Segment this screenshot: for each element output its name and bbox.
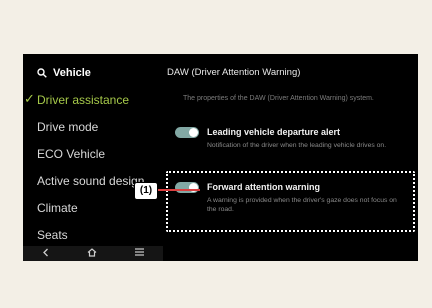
menu-button[interactable]: [135, 248, 145, 259]
toggle-knob: [189, 128, 198, 137]
sidebar-item-seats[interactable]: Seats: [37, 228, 163, 242]
search-icon: [37, 68, 47, 78]
leading-vehicle-departure-toggle[interactable]: [175, 127, 199, 138]
callout-line: [157, 189, 200, 191]
search-label: Vehicle: [53, 67, 91, 79]
page-title: DAW (Driver Attention Warning): [167, 67, 301, 78]
back-button[interactable]: [42, 248, 50, 260]
sidebar-item-driver-assistance[interactable]: Driver assistance: [37, 93, 163, 107]
sidebar-item-climate[interactable]: Climate: [37, 201, 163, 215]
sidebar: Vehicle ✓ Driver assistance Drive mode E…: [23, 54, 163, 261]
option-title: Leading vehicle departure alert: [207, 127, 341, 137]
page-description: The properties of the DAW (Driver Attent…: [183, 95, 374, 102]
chevron-left-icon: [42, 248, 48, 256]
infotainment-screen: Vehicle ✓ Driver assistance Drive mode E…: [23, 54, 418, 261]
callout-label: (1): [134, 182, 158, 200]
home-button[interactable]: [87, 247, 97, 260]
checkmark-icon: ✓: [24, 91, 35, 106]
sidebar-item-eco-vehicle[interactable]: ECO Vehicle: [37, 147, 163, 161]
sidebar-item-drive-mode[interactable]: Drive mode: [37, 120, 163, 134]
search-button[interactable]: Vehicle: [37, 65, 91, 81]
home-icon: [88, 247, 97, 257]
bottom-bar: [23, 246, 163, 261]
option-subtitle: Notification of the driver when the lead…: [207, 142, 387, 149]
menu-icon: [135, 248, 145, 256]
highlight-box: [166, 171, 415, 232]
